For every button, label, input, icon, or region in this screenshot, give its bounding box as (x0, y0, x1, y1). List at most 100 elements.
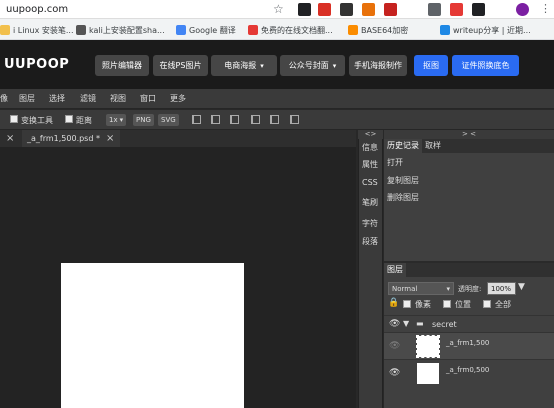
id-photo-bg-button[interactable]: 证件照换底色 (452, 55, 519, 76)
bookmark-favicon-icon (176, 25, 186, 35)
cutout-button[interactable]: 抠图 (414, 55, 448, 76)
ext-4-icon[interactable] (362, 3, 375, 16)
chevron-down-icon: ▾ (260, 61, 264, 70)
history-item[interactable]: 删除图层 (387, 192, 419, 203)
layer-group-row[interactable]: 👁 ▼ ▬ secret (384, 315, 554, 332)
export-svg-button[interactable]: SVG (158, 114, 179, 126)
ext-3-icon[interactable] (340, 3, 353, 16)
close-icon[interactable]: × (6, 133, 14, 144)
distance-checkbox[interactable] (65, 115, 73, 123)
bookmark-label: kali上安装配置sha... (89, 25, 165, 35)
bookmark-item[interactable]: writeup分享 | 近期... (440, 24, 531, 36)
align-bottom-icon[interactable] (290, 115, 299, 124)
menu-item[interactable]: 视图 (110, 93, 126, 104)
lock-icon: 🔒 (388, 298, 400, 308)
bookmark-star-icon[interactable]: ☆ (273, 2, 284, 16)
menu-item[interactable]: 滤镜 (80, 93, 96, 104)
group-name: secret (432, 320, 457, 329)
menu-item[interactable]: 像 (0, 93, 8, 104)
align-top-icon[interactable] (251, 115, 260, 124)
properties-icon[interactable]: 属性 (362, 159, 378, 170)
css-icon[interactable]: CSS (362, 178, 378, 187)
brush-icon[interactable]: 笔刷 (362, 197, 378, 208)
bookmark-favicon-icon (248, 25, 258, 35)
header-button-label: 在线PS图片 (159, 61, 202, 70)
ext-8-icon[interactable] (472, 3, 485, 16)
wechat-cover-button[interactable]: 公众号封面 ▾ (280, 55, 345, 76)
app-header: UUPOOP 照片编辑器 在线PS图片 电商海报 ▾ 公众号封面 ▾ 手机海报制作 抠图 证件照… (0, 40, 554, 89)
lock-position-label: 位置 (455, 300, 471, 309)
layer-name: _a_frm0,500 (446, 366, 490, 374)
menu-item[interactable]: 图层 (19, 93, 35, 104)
character-icon[interactable]: 字符 (362, 218, 378, 229)
tab-history[interactable]: 历史记录 (384, 139, 422, 153)
url-text[interactable]: uupoop.com (6, 4, 68, 15)
collapse-icons-toggle[interactable]: <> (358, 130, 383, 139)
header-button-label: 电商海报 (224, 61, 257, 70)
logo[interactable]: UUPOOP (4, 57, 69, 72)
align-right-icon[interactable] (230, 115, 239, 124)
bookmark-item[interactable]: kali上安装配置sha... (76, 24, 165, 36)
bookmark-item[interactable]: 免费的在线文档翻... (248, 24, 333, 36)
lock-pixels-checkbox[interactable] (403, 300, 411, 308)
lock-all-checkbox[interactable] (483, 300, 491, 308)
tab-previous[interactable]: × (0, 130, 20, 147)
menu-item[interactable]: 更多 (170, 93, 186, 104)
ext-6-icon[interactable] (428, 3, 441, 16)
avatar[interactable] (516, 3, 529, 16)
opacity-label: 透明度: (458, 285, 482, 293)
chevron-down-icon[interactable]: ▼ (403, 319, 409, 328)
ecommerce-poster-button[interactable]: 电商海报 ▾ (211, 55, 277, 76)
layer-row[interactable]: 👁 _a_frm1,500 (384, 332, 554, 359)
ext-1-icon[interactable] (298, 3, 311, 16)
tab-sampling[interactable]: 取样 (422, 139, 444, 153)
menu-item[interactable]: 选择 (49, 93, 65, 104)
bookmark-label: writeup分享 | 近期... (453, 25, 531, 35)
browser-url-bar[interactable]: uupoop.com ☆ ⋮ (0, 0, 554, 19)
bookmark-item[interactable]: Google 翻译 (176, 24, 236, 36)
bookmark-item[interactable]: i Linux 安装笔... (0, 24, 74, 36)
transform-tool-checkbox[interactable] (10, 115, 18, 123)
zoom-select[interactable]: 1x ▾ (106, 114, 127, 126)
header-button-label: 证件照换底色 (461, 61, 510, 70)
align-left-icon[interactable] (192, 115, 201, 124)
history-item[interactable]: 复制图层 (387, 175, 419, 186)
mobile-poster-button[interactable]: 手机海报制作 (349, 55, 407, 76)
align-middle-v-icon[interactable] (270, 115, 279, 124)
paragraph-icon[interactable]: 段落 (362, 236, 378, 247)
photo-editor-button[interactable]: 照片编辑器 (95, 55, 149, 76)
visibility-eye-icon[interactable]: 👁 (389, 319, 400, 329)
menu-bar: 像图层 选择 滤镜 视图 窗口 更多 (0, 89, 554, 109)
collapse-panels-toggle[interactable]: > < (384, 130, 554, 139)
history-item[interactable]: 打开 (387, 157, 403, 168)
tab-label: _a_frm1,500.psd * (27, 134, 100, 143)
info-icon[interactable]: 信息 (362, 142, 378, 153)
lock-position-checkbox[interactable] (443, 300, 451, 308)
opacity-dropdown-icon[interactable]: ▼ (518, 282, 525, 292)
menu-item[interactable]: 窗口 (140, 93, 156, 104)
bookmark-label: BASE64加密 (361, 25, 409, 35)
online-ps-button[interactable]: 在线PS图片 (153, 55, 208, 76)
layers-panel: 图层 Normal ▾ 透明度: 100% ▼ 🔒 像素 位置 全部 👁 ▼ ▬ … (384, 261, 554, 408)
tab-active-document[interactable]: _a_frm1,500.psd * × (22, 130, 120, 147)
tab-layers[interactable]: 图层 (384, 263, 406, 277)
canvas-workspace[interactable] (0, 147, 356, 408)
history-panel: 历史记录 取样 打开复制图层删除图层 (384, 139, 554, 261)
layer-thumbnail (416, 335, 440, 358)
bookmark-item[interactable]: BASE64加密 (348, 24, 408, 36)
export-png-button[interactable]: PNG (133, 114, 154, 126)
layer-row[interactable]: 👁 _a_frm0,500 (384, 359, 554, 386)
ext-5-icon[interactable] (384, 3, 397, 16)
visibility-eye-icon[interactable]: 👁 (389, 341, 400, 351)
browser-menu-icon[interactable]: ⋮ (540, 2, 551, 15)
close-icon[interactable]: × (106, 133, 114, 144)
layer-thumbnail (417, 363, 439, 384)
opacity-input[interactable]: 100% (487, 282, 516, 295)
ext-2-icon[interactable] (318, 3, 331, 16)
blend-mode-select[interactable]: Normal ▾ (388, 282, 454, 295)
document-canvas[interactable] (61, 263, 244, 408)
align-center-h-icon[interactable] (211, 115, 220, 124)
visibility-eye-icon[interactable]: 👁 (389, 368, 400, 378)
ext-7-icon[interactable] (450, 3, 463, 16)
layer-name: _a_frm1,500 (446, 339, 490, 347)
